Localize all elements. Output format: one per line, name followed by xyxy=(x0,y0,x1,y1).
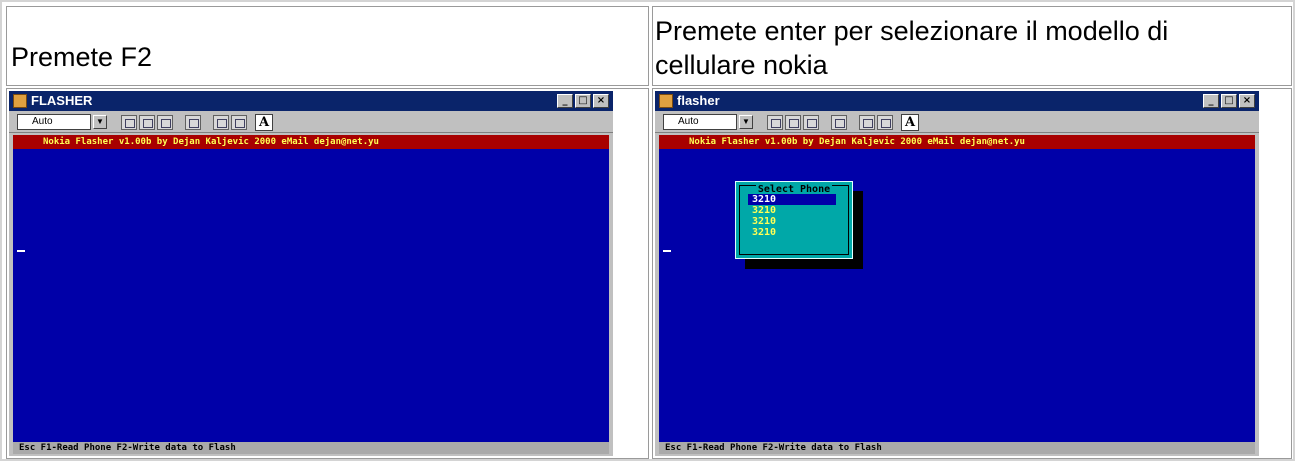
properties-icon[interactable] xyxy=(859,115,875,130)
toolbar: Auto ▼ A xyxy=(9,111,613,133)
window-title: flasher xyxy=(677,93,720,108)
minimize-icon[interactable]: _ xyxy=(557,94,573,108)
maximize-icon[interactable]: □ xyxy=(575,94,591,108)
fullscreen-icon[interactable] xyxy=(831,115,847,130)
dos-screen[interactable]: Nokia Flasher v1.00b by Dejan Kaljevic 2… xyxy=(13,135,609,454)
text-cursor xyxy=(17,250,25,252)
caption-right-line1: Premete enter per selezionare il modello… xyxy=(655,16,1169,46)
status-bar: Esc F1-Read Phone F2-Write data to Flash xyxy=(659,442,1255,454)
close-icon[interactable]: × xyxy=(593,94,609,108)
header-bar: Nokia Flasher v1.00b by Dejan Kaljevic 2… xyxy=(13,135,609,149)
properties-icon[interactable] xyxy=(213,115,229,130)
dos-screen[interactable]: Nokia Flasher v1.00b by Dejan Kaljevic 2… xyxy=(659,135,1255,454)
chevron-down-icon[interactable]: ▼ xyxy=(93,115,107,129)
caption-cell-right: Premete enter per selezionare il modello… xyxy=(652,6,1292,86)
minimize-icon[interactable]: _ xyxy=(1203,94,1219,108)
background-icon[interactable] xyxy=(877,115,893,130)
fullscreen-icon[interactable] xyxy=(185,115,201,130)
text-cursor xyxy=(663,250,671,252)
flasher-window-left: FLASHER _ □ × Auto ▼ A Nokia Flasher v1.… xyxy=(9,91,613,456)
flasher-window-right: flasher _ □ × Auto ▼ A Nokia Flasher v1.… xyxy=(655,91,1259,456)
phone-option[interactable]: 3210 xyxy=(748,205,776,216)
mark-icon[interactable] xyxy=(767,115,783,130)
toolbar: Auto ▼ A xyxy=(655,111,1259,133)
maximize-icon[interactable]: □ xyxy=(1221,94,1237,108)
window-title: FLASHER xyxy=(31,93,93,108)
phone-option[interactable]: 3210 xyxy=(748,227,776,238)
phone-option[interactable]: 3210 xyxy=(748,194,836,205)
phone-option[interactable]: 3210 xyxy=(748,216,776,227)
paste-icon[interactable] xyxy=(157,115,173,130)
font-size-select[interactable]: Auto xyxy=(17,114,91,130)
app-icon xyxy=(659,94,673,108)
select-phone-dialog: Select Phone 3210 3210 3210 3210 xyxy=(735,181,853,259)
paste-icon[interactable] xyxy=(803,115,819,130)
caption-right-line2: cellulare nokia xyxy=(655,50,828,80)
header-bar: Nokia Flasher v1.00b by Dejan Kaljevic 2… xyxy=(659,135,1255,149)
close-icon[interactable]: × xyxy=(1239,94,1255,108)
comparison-table: Premete F2 Premete enter per selezionare… xyxy=(0,0,1295,461)
caption-left: Premete F2 xyxy=(11,42,153,72)
status-bar: Esc F1-Read Phone F2-Write data to Flash xyxy=(13,442,609,454)
copy-icon[interactable] xyxy=(139,115,155,130)
window-titlebar[interactable]: FLASHER _ □ × xyxy=(9,91,613,111)
screenshot-cell-left: FLASHER _ □ × Auto ▼ A Nokia Flasher v1.… xyxy=(6,88,649,459)
screenshot-cell-right: flasher _ □ × Auto ▼ A Nokia Flasher v1.… xyxy=(652,88,1292,459)
app-icon xyxy=(13,94,27,108)
font-size-select[interactable]: Auto xyxy=(663,114,737,130)
window-titlebar[interactable]: flasher _ □ × xyxy=(655,91,1259,111)
chevron-down-icon[interactable]: ▼ xyxy=(739,115,753,129)
copy-icon[interactable] xyxy=(785,115,801,130)
mark-icon[interactable] xyxy=(121,115,137,130)
font-icon[interactable]: A xyxy=(255,114,273,131)
caption-cell-left: Premete F2 xyxy=(6,6,649,86)
background-icon[interactable] xyxy=(231,115,247,130)
font-icon[interactable]: A xyxy=(901,114,919,131)
